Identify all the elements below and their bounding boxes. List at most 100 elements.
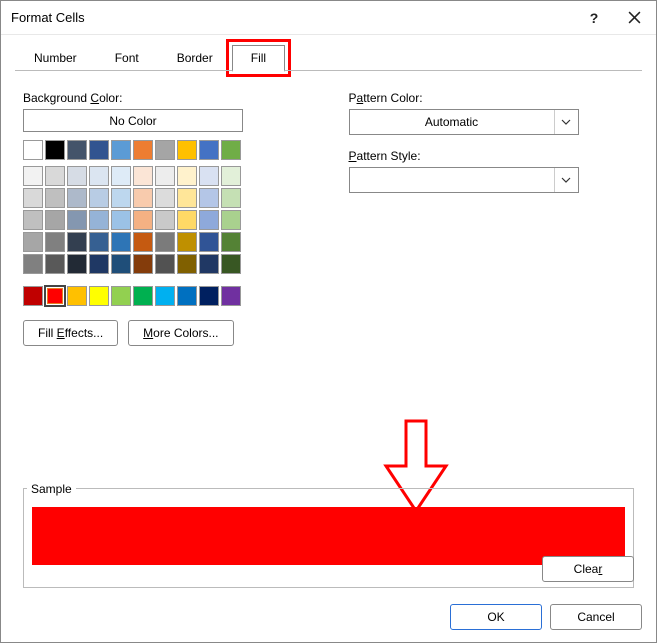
tab-border[interactable]: Border xyxy=(158,45,232,71)
color-swatch[interactable] xyxy=(89,188,109,208)
color-swatch[interactable] xyxy=(67,140,87,160)
no-color-button[interactable]: No Color xyxy=(23,109,243,132)
tab-font[interactable]: Font xyxy=(96,45,158,71)
color-swatch[interactable] xyxy=(221,210,241,230)
pattern-style-combo[interactable] xyxy=(349,167,579,193)
ok-button[interactable]: OK xyxy=(450,604,542,630)
color-swatch[interactable] xyxy=(133,254,153,274)
color-swatch[interactable] xyxy=(23,188,43,208)
color-swatch[interactable] xyxy=(89,232,109,252)
cancel-button[interactable]: Cancel xyxy=(550,604,642,630)
color-swatch[interactable] xyxy=(67,254,87,274)
pattern-color-value: Automatic xyxy=(350,115,554,129)
color-swatch[interactable] xyxy=(67,286,87,306)
color-swatch[interactable] xyxy=(199,166,219,186)
color-swatch[interactable] xyxy=(45,140,65,160)
color-swatch[interactable] xyxy=(111,210,131,230)
help-button[interactable]: ? xyxy=(574,1,614,35)
color-swatch[interactable] xyxy=(23,140,43,160)
color-swatch[interactable] xyxy=(89,166,109,186)
color-swatch[interactable] xyxy=(155,140,175,160)
color-swatch[interactable] xyxy=(23,166,43,186)
color-swatch[interactable] xyxy=(155,166,175,186)
color-swatch[interactable] xyxy=(199,286,219,306)
color-swatch[interactable] xyxy=(155,286,175,306)
chevron-down-icon xyxy=(554,110,578,134)
color-swatch[interactable] xyxy=(23,232,43,252)
color-swatch[interactable] xyxy=(133,286,153,306)
color-swatch[interactable] xyxy=(133,210,153,230)
color-swatch[interactable] xyxy=(155,188,175,208)
color-swatch[interactable] xyxy=(23,254,43,274)
close-button[interactable] xyxy=(614,1,654,35)
tab-bar: Number Font Border Fill xyxy=(1,35,656,71)
close-icon xyxy=(628,11,641,24)
no-color-label: No Color xyxy=(109,114,156,128)
color-swatch[interactable] xyxy=(155,210,175,230)
color-swatch[interactable] xyxy=(67,188,87,208)
color-swatch[interactable] xyxy=(45,210,65,230)
color-swatch[interactable] xyxy=(221,188,241,208)
color-swatch[interactable] xyxy=(221,286,241,306)
color-swatch[interactable] xyxy=(45,232,65,252)
window-title: Format Cells xyxy=(11,10,574,25)
color-swatch[interactable] xyxy=(111,188,131,208)
color-swatch[interactable] xyxy=(67,232,87,252)
color-swatch[interactable] xyxy=(133,166,153,186)
clear-button[interactable]: Clear xyxy=(542,556,634,582)
right-column: Pattern Color: Automatic Pattern Style: xyxy=(349,83,635,346)
color-swatch[interactable] xyxy=(67,210,87,230)
color-swatch[interactable] xyxy=(45,166,65,186)
sample-label: Sample xyxy=(27,482,76,496)
pattern-color-label: Pattern Color: xyxy=(349,91,635,105)
more-colors-button[interactable]: More Colors... xyxy=(128,320,233,346)
color-swatch[interactable] xyxy=(199,140,219,160)
color-swatch[interactable] xyxy=(199,188,219,208)
color-swatch[interactable] xyxy=(45,254,65,274)
color-swatch[interactable] xyxy=(199,232,219,252)
color-swatch[interactable] xyxy=(45,188,65,208)
color-swatch[interactable] xyxy=(89,286,109,306)
color-swatch[interactable] xyxy=(177,140,197,160)
color-swatch[interactable] xyxy=(23,210,43,230)
color-swatch[interactable] xyxy=(221,232,241,252)
color-swatch[interactable] xyxy=(111,140,131,160)
color-swatch[interactable] xyxy=(177,232,197,252)
color-swatch[interactable] xyxy=(111,286,131,306)
dialog-footer: OK Cancel xyxy=(450,604,642,630)
theme-colors-row xyxy=(23,140,309,160)
color-swatch[interactable] xyxy=(177,166,197,186)
color-swatch[interactable] xyxy=(199,210,219,230)
color-swatch[interactable] xyxy=(45,286,65,306)
chevron-down-icon xyxy=(554,168,578,192)
color-swatch[interactable] xyxy=(221,140,241,160)
color-swatch[interactable] xyxy=(177,286,197,306)
color-swatch[interactable] xyxy=(221,166,241,186)
standard-colors-row xyxy=(23,286,309,306)
titlebar: Format Cells ? xyxy=(1,1,656,35)
color-swatch[interactable] xyxy=(89,140,109,160)
color-swatch[interactable] xyxy=(67,166,87,186)
sample-preview xyxy=(32,507,625,565)
color-swatch[interactable] xyxy=(177,188,197,208)
color-palette xyxy=(23,138,309,306)
fill-effects-button[interactable]: Fill Effects... xyxy=(23,320,118,346)
color-swatch[interactable] xyxy=(111,254,131,274)
color-swatch[interactable] xyxy=(111,166,131,186)
color-swatch[interactable] xyxy=(155,254,175,274)
color-swatch[interactable] xyxy=(155,232,175,252)
color-swatch[interactable] xyxy=(89,254,109,274)
color-swatch[interactable] xyxy=(199,254,219,274)
pattern-color-combo[interactable]: Automatic xyxy=(349,109,579,135)
color-swatch[interactable] xyxy=(89,210,109,230)
color-swatch[interactable] xyxy=(133,188,153,208)
color-swatch[interactable] xyxy=(221,254,241,274)
tab-number[interactable]: Number xyxy=(15,45,96,71)
tab-fill[interactable]: Fill xyxy=(232,45,285,72)
color-swatch[interactable] xyxy=(177,254,197,274)
color-swatch[interactable] xyxy=(133,140,153,160)
color-swatch[interactable] xyxy=(133,232,153,252)
color-swatch[interactable] xyxy=(111,232,131,252)
color-swatch[interactable] xyxy=(177,210,197,230)
color-swatch[interactable] xyxy=(23,286,43,306)
